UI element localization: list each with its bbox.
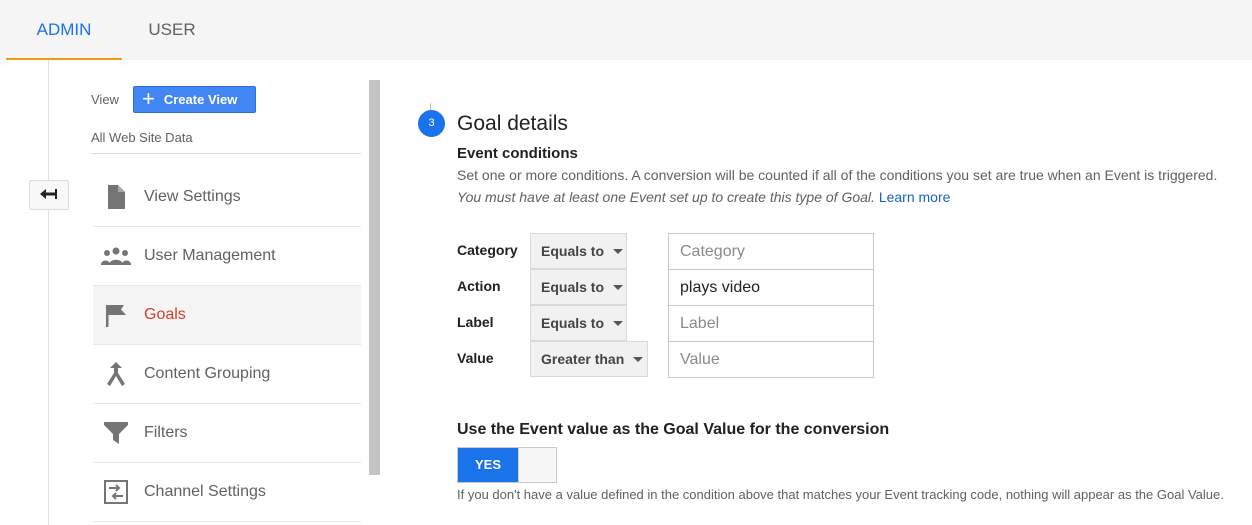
people-icon [93, 247, 139, 265]
view-label: View [91, 92, 119, 107]
caret-down-icon [633, 356, 644, 362]
use-event-value-toggle[interactable]: YES [457, 447, 557, 483]
nav-item-user-management[interactable]: User Management [93, 227, 361, 286]
current-view-name: All Web Site Data [91, 130, 193, 145]
nav-label: Content Grouping [144, 365, 271, 382]
back-arrow-icon [40, 189, 57, 199]
operator-text: Greater than [541, 351, 625, 367]
event-conditions-description: Set one or more conditions. A conversion… [457, 164, 1237, 208]
description-text: Set one or more conditions. A conversion… [457, 167, 1218, 183]
create-view-label: Create View [163, 92, 238, 107]
caret-down-icon [613, 320, 624, 326]
operator-text: Equals to [541, 315, 605, 331]
admin-nav: View Settings User Management Goals Cont… [93, 168, 361, 522]
view-divider [91, 153, 361, 154]
nav-label: Goals [144, 306, 186, 323]
create-view-button[interactable]: + Create View [133, 86, 256, 113]
nav-item-goals[interactable]: Goals [93, 286, 361, 345]
condition-row-action: Action Equals to [457, 269, 877, 306]
category-operator-select[interactable]: Equals to [530, 233, 627, 269]
nav-item-content-grouping[interactable]: Content Grouping [93, 345, 361, 404]
condition-row-value: Value Greater than [457, 341, 877, 378]
document-icon [93, 185, 139, 209]
description-italic-text: You must have at least one Event set up … [457, 189, 875, 205]
step-number-badge: 3 [418, 110, 445, 137]
top-tab-bar: ADMIN USER [0, 0, 1252, 60]
learn-more-link[interactable]: Learn more [879, 189, 951, 205]
tab-user[interactable]: USER [122, 0, 222, 60]
nav-item-view-settings[interactable]: View Settings [93, 168, 361, 227]
category-input[interactable] [668, 233, 874, 270]
action-operator-select[interactable]: Equals to [530, 269, 627, 305]
event-conditions-title: Event conditions [457, 145, 578, 162]
label-operator-select[interactable]: Equals to [530, 305, 627, 341]
nav-label: User Management [144, 247, 276, 264]
goal-value-footnote: If you don't have a value defined in the… [457, 487, 1224, 502]
condition-label: Category [457, 242, 518, 258]
flag-icon [93, 303, 139, 327]
nav-label: View Settings [144, 188, 241, 205]
nav-item-filters[interactable]: Filters [93, 404, 361, 463]
operator-text: Equals to [541, 243, 605, 259]
filter-icon [93, 422, 139, 444]
condition-label: Label [457, 314, 494, 330]
channel-icon [93, 480, 139, 504]
toggle-yes-label: YES [458, 448, 518, 482]
plus-icon: + [142, 85, 155, 111]
caret-down-icon [613, 284, 624, 290]
scrollbar[interactable] [369, 80, 380, 475]
use-event-value-title: Use the Event value as the Goal Value fo… [457, 421, 890, 438]
action-input[interactable] [668, 269, 874, 306]
condition-row-label: Label Equals to [457, 305, 877, 342]
nav-label: Filters [144, 424, 188, 441]
condition-label: Action [457, 278, 501, 294]
label-input[interactable] [668, 305, 874, 342]
goal-details-title: Goal details [457, 112, 568, 135]
nav-label: Channel Settings [144, 483, 266, 500]
operator-text: Equals to [541, 279, 605, 295]
merge-icon [93, 362, 139, 386]
caret-down-icon [613, 248, 624, 254]
back-button[interactable] [29, 180, 69, 210]
tab-admin[interactable]: ADMIN [6, 0, 122, 60]
nav-item-channel-settings[interactable]: Channel Settings [93, 463, 361, 522]
toggle-knob[interactable] [518, 448, 556, 482]
condition-label: Value [457, 350, 494, 366]
value-input[interactable] [668, 341, 874, 378]
left-divider-line [48, 60, 49, 525]
value-operator-select[interactable]: Greater than [530, 341, 648, 377]
condition-row-category: Category Equals to [457, 233, 877, 270]
